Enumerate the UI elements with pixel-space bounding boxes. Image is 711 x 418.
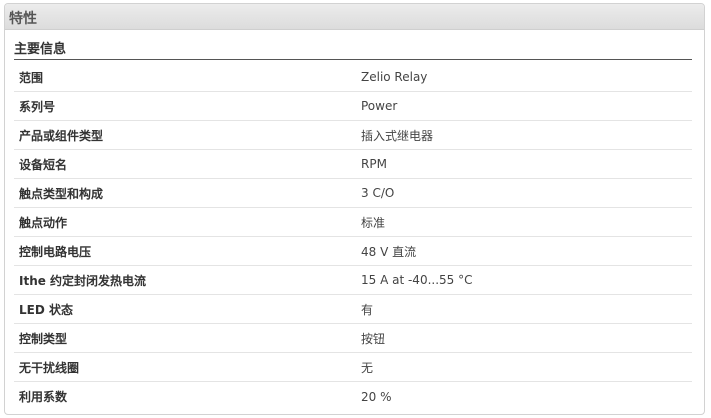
- table-row: 利用系数 20 %: [14, 382, 692, 411]
- row-label: 触点动作: [19, 215, 68, 230]
- row-value: Zelio Relay: [361, 70, 428, 84]
- table-row: 触点动作 标准: [14, 208, 692, 237]
- row-value: 15 A at -40...55 °C: [361, 273, 473, 287]
- row-value: 48 V 直流: [361, 244, 417, 259]
- row-value: Power: [361, 99, 398, 113]
- row-label: Ithe 约定封闭发热电流: [19, 273, 147, 288]
- row-label: 控制类型: [19, 331, 68, 346]
- table-row: 设备短名 RPM: [14, 150, 692, 179]
- table-row: 系列号 Power: [14, 92, 692, 121]
- row-label: 产品或组件类型: [19, 128, 104, 143]
- row-value: 有: [361, 302, 374, 317]
- row-label: 范围: [19, 70, 44, 85]
- table-row: 控制类型 按钮: [14, 324, 692, 353]
- row-value: 3 C/O: [361, 186, 395, 200]
- row-label: 控制电路电压: [19, 244, 92, 259]
- row-value: RPM: [361, 157, 387, 171]
- table-row: 产品或组件类型 插入式继电器: [14, 121, 692, 150]
- row-label: LED 状态: [19, 302, 73, 317]
- table-row: 无干扰线圈 无: [14, 353, 692, 382]
- row-label: 触点类型和构成: [19, 186, 104, 201]
- row-value: 标准: [361, 215, 386, 230]
- row-value: 20 %: [361, 389, 392, 404]
- panel-title: 特性: [5, 4, 704, 30]
- section-title: 主要信息: [14, 40, 692, 60]
- spec-table: 范围 Zelio Relay 系列号 Power 产品或组件类型 插入式继电器 设备短…: [14, 63, 692, 411]
- row-value: 插入式继电器: [361, 128, 434, 143]
- table-row: LED 状态 有: [14, 295, 692, 324]
- table-row: 控制电路电压 48 V 直流: [14, 237, 692, 266]
- row-label: 设备短名: [19, 157, 68, 172]
- table-row: Ithe 约定封闭发热电流 15 A at -40...55 °C: [14, 266, 692, 295]
- row-label: 无干扰线圈: [19, 360, 80, 375]
- row-value: 无: [361, 360, 374, 375]
- row-value: 按钮: [361, 331, 386, 346]
- characteristics-panel: 特性 主要信息 范围 Zelio Relay 系列号 Power 产品或组件类型 插入…: [4, 3, 705, 415]
- table-row: 触点类型和构成 3 C/O: [14, 179, 692, 208]
- row-label: 系列号: [19, 99, 56, 114]
- row-label: 利用系数: [19, 390, 68, 404]
- table-row: 范围 Zelio Relay: [14, 63, 692, 92]
